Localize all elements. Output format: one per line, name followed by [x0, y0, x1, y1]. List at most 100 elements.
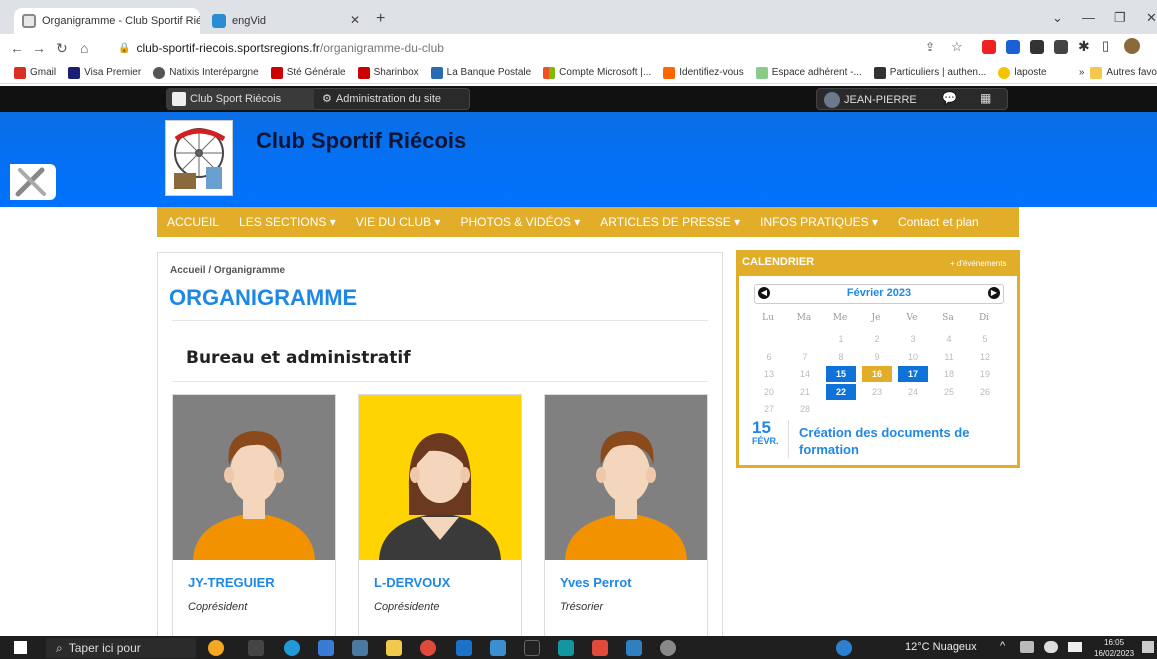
tab-organigramme[interactable]: Organigramme - Club Sportif Rié ✕: [14, 8, 200, 34]
calculator-icon[interactable]: [352, 640, 368, 656]
windows-start-icon[interactable]: [14, 641, 27, 654]
bookmark-item[interactable]: laposte: [998, 66, 1047, 79]
calendar-day[interactable]: 9: [862, 349, 892, 365]
photos-icon[interactable]: [626, 640, 642, 656]
user-menu[interactable]: JEAN-PIERRE: [824, 92, 917, 108]
help-icon[interactable]: [836, 640, 852, 656]
calendar-day[interactable]: 5: [970, 331, 1000, 347]
share-icon[interactable]: ⇪: [925, 40, 935, 54]
close-window-icon[interactable]: ✕: [1146, 10, 1157, 26]
bookmark-item[interactable]: Particuliers | authen...: [873, 66, 986, 79]
calendar-day[interactable]: 19: [970, 366, 1000, 382]
chrome-icon[interactable]: [420, 640, 436, 656]
calendar-day[interactable]: 1: [826, 331, 856, 347]
address-bar[interactable]: 🔒 club-sportif-riecois.sportsregions.fr /…: [118, 38, 898, 58]
bookmark-item[interactable]: La Banque Postale: [430, 66, 531, 79]
calendar-day[interactable]: 4: [934, 331, 964, 347]
admin-link[interactable]: ⚙ Administration du site: [322, 92, 441, 106]
nav-infos-pratiques[interactable]: INFOS PRATIQUES ▾: [760, 215, 878, 229]
network-icon[interactable]: [1020, 641, 1034, 653]
calendar-day[interactable]: 12: [970, 349, 1000, 365]
event-title[interactable]: Création des documents de formation: [799, 424, 999, 458]
next-month-icon[interactable]: ▶: [988, 287, 1000, 299]
member-name[interactable]: Yves Perrot: [560, 575, 632, 590]
bookmark-item[interactable]: Sharinbox: [357, 66, 419, 79]
terminal-icon[interactable]: [524, 640, 540, 656]
app-icon[interactable]: [318, 640, 334, 656]
back-icon[interactable]: ←: [10, 40, 24, 56]
mail-icon[interactable]: [456, 640, 472, 656]
home-icon[interactable]: ⌂: [80, 40, 88, 56]
nav-photos-videos[interactable]: PHOTOS & VIDÉOS ▾: [460, 215, 580, 229]
calendar-day[interactable]: 18: [934, 366, 964, 382]
weather-widget[interactable]: 12°C Nuageux: [905, 641, 977, 653]
puzzle-icon[interactable]: ✱: [1078, 38, 1090, 55]
calendar-day[interactable]: 14: [790, 366, 820, 382]
new-tab-button[interactable]: +: [376, 10, 385, 28]
flower-icon[interactable]: [208, 640, 224, 656]
tab-engvid[interactable]: engVid: [204, 8, 354, 34]
calendar-day[interactable]: 27: [754, 401, 784, 417]
calendar-day[interactable]: 3: [898, 331, 928, 347]
profile-avatar[interactable]: [1124, 38, 1140, 54]
site-link[interactable]: Club Sport Riécois: [172, 92, 281, 106]
calendar-day[interactable]: 22: [826, 383, 856, 400]
member-card[interactable]: L-DERVOUX Coprésidente: [358, 394, 522, 644]
calendar-day[interactable]: 10: [898, 349, 928, 365]
extension-blue-icon[interactable]: [1006, 40, 1020, 54]
taskbar-search[interactable]: ⌕ Taper ici pour: [46, 638, 196, 658]
app3-icon[interactable]: [558, 640, 574, 656]
bookmark-item[interactable]: Compte Microsoft |...: [543, 66, 651, 79]
app5-icon[interactable]: [660, 640, 676, 656]
nav-articles-presse[interactable]: ARTICLES DE PRESSE ▾: [600, 215, 740, 229]
more-events-link[interactable]: + d'événements: [950, 259, 1006, 268]
chevron-down-icon[interactable]: ⌄: [1052, 10, 1063, 26]
site-title[interactable]: Club Sportif Riécois: [256, 128, 466, 154]
messages-icon[interactable]: 💬: [942, 91, 957, 105]
bookmark-item[interactable]: Natixis Interépargne: [153, 66, 259, 79]
calendar-day[interactable]: 17: [898, 366, 928, 382]
bookmark-item[interactable]: Sté Générale: [270, 66, 346, 79]
calendar-day[interactable]: 8: [826, 349, 856, 365]
calendar-day[interactable]: 6: [754, 349, 784, 365]
opera-extension-icon[interactable]: [982, 40, 996, 54]
calendar-day[interactable]: 26: [970, 384, 1000, 400]
calendar-day[interactable]: 25: [934, 384, 964, 400]
member-name[interactable]: L-DERVOUX: [374, 575, 450, 590]
nav-accueil[interactable]: ACCUEIL: [167, 215, 219, 229]
calendar-day[interactable]: 23: [862, 384, 892, 400]
tab-close-icon[interactable]: ✕: [350, 13, 360, 27]
star-icon[interactable]: ☆: [951, 39, 963, 55]
cloud-icon[interactable]: [1044, 641, 1058, 653]
calendar-day[interactable]: 16: [862, 366, 892, 382]
minimize-icon[interactable]: —: [1082, 10, 1095, 25]
calendar-day[interactable]: 24: [898, 384, 928, 400]
tools-button[interactable]: [10, 164, 56, 200]
notification-icon[interactable]: [1142, 641, 1154, 653]
extension-dark-icon[interactable]: [1030, 40, 1044, 54]
calendar-icon[interactable]: ▦: [980, 91, 991, 105]
battery-icon[interactable]: [1068, 642, 1082, 652]
calendar-day[interactable]: 2: [862, 331, 892, 347]
member-card[interactable]: Yves Perrot Trésorier: [544, 394, 708, 644]
extension-m-icon[interactable]: [1054, 40, 1068, 54]
tray-chevron-icon[interactable]: ^: [1000, 640, 1005, 652]
calendar-day[interactable]: 13: [754, 366, 784, 382]
calendar-day[interactable]: 7: [790, 349, 820, 365]
calendar-day[interactable]: 15: [826, 366, 856, 382]
member-name[interactable]: JY-TREGUIER: [188, 575, 275, 590]
forward-icon[interactable]: →: [32, 40, 46, 56]
calendar-day[interactable]: 28: [790, 401, 820, 417]
club-logo[interactable]: [165, 120, 233, 196]
bookmark-item[interactable]: Identifiez-vous: [663, 66, 744, 79]
taskbar-clock[interactable]: 16:05 16/02/2023: [1094, 637, 1134, 659]
bookmark-item[interactable]: Visa Premier: [68, 66, 141, 79]
prev-month-icon[interactable]: ◀: [758, 287, 770, 299]
bookmark-item[interactable]: Espace adhérent -...: [755, 66, 862, 79]
edge-icon[interactable]: [284, 640, 300, 656]
nav-vie-du-club[interactable]: VIE DU CLUB ▾: [356, 215, 441, 229]
task-view-icon[interactable]: [248, 640, 264, 656]
app2-icon[interactable]: [490, 640, 506, 656]
calendar-day[interactable]: 11: [934, 349, 964, 365]
nav-sections[interactable]: LES SECTIONS ▾: [239, 215, 336, 229]
